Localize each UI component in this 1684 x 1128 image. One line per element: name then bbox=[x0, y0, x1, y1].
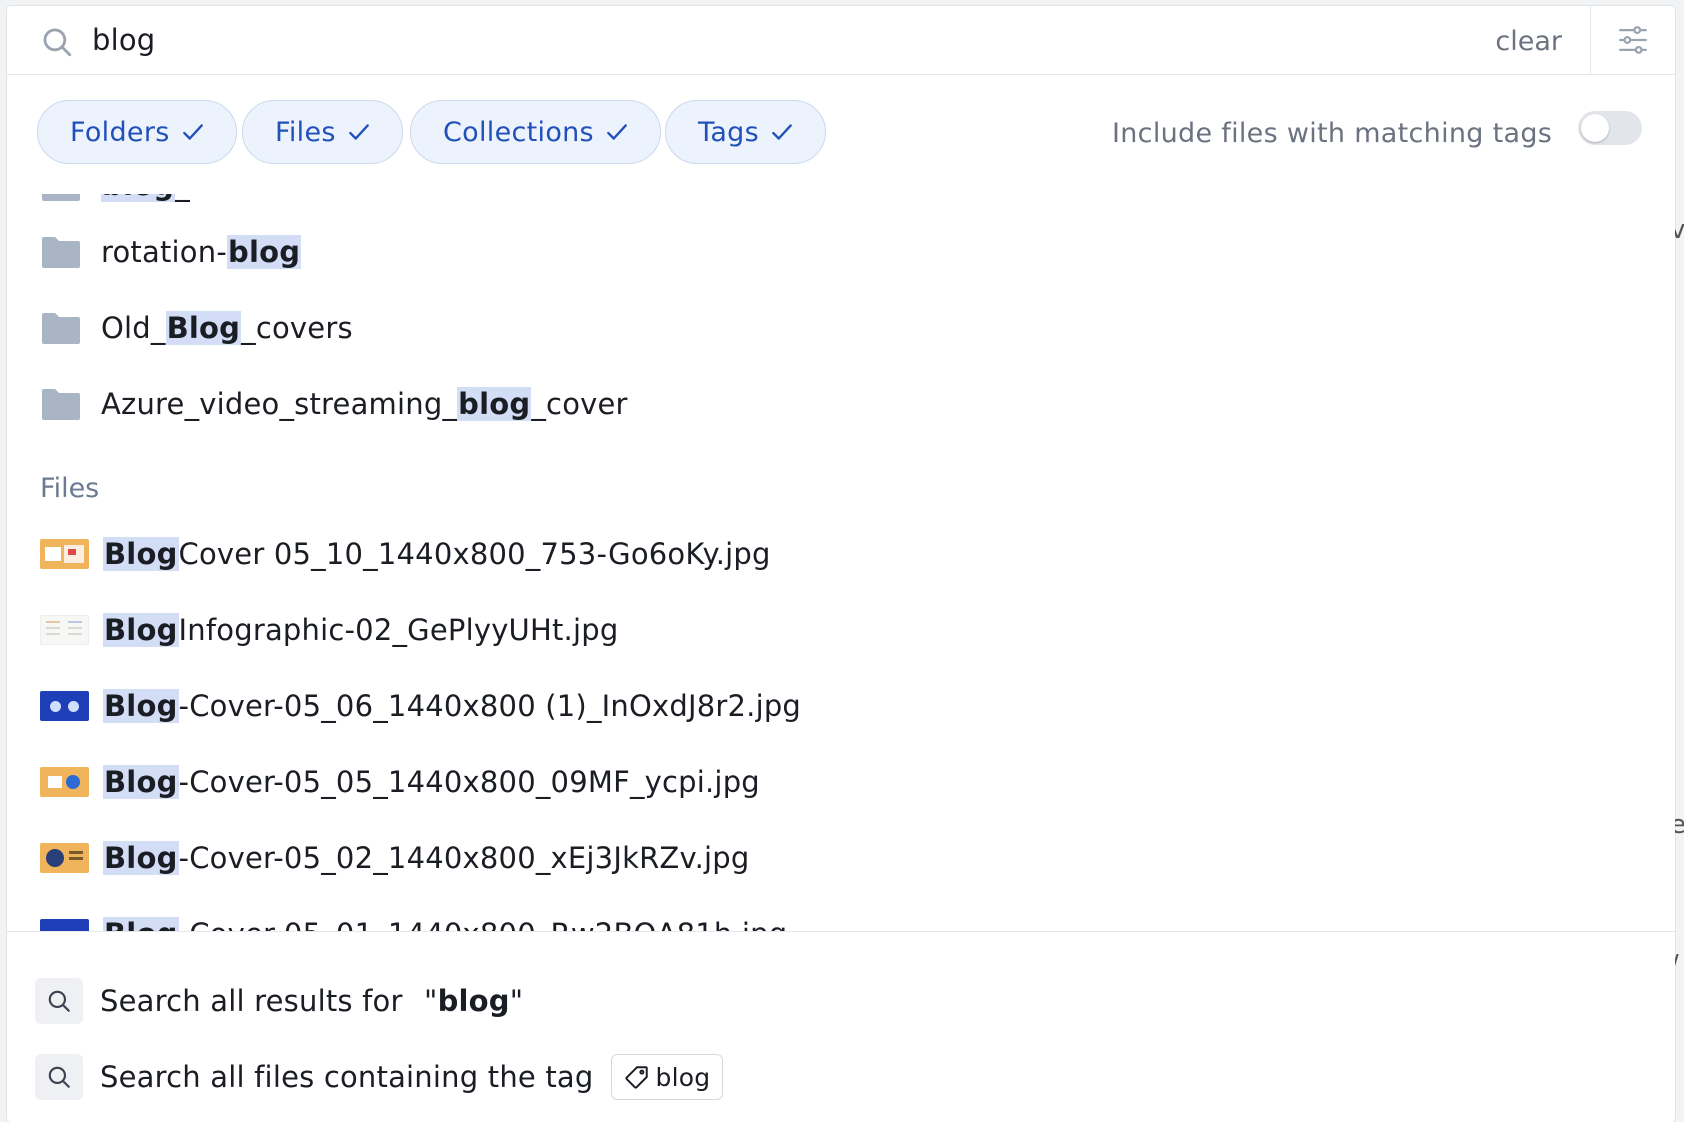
match-highlight: Blog bbox=[103, 917, 179, 931]
file-thumbnail bbox=[40, 919, 89, 931]
result-suffix: -Cover-05_01_1440x800_Rw2BQA81h.jpg bbox=[179, 917, 788, 931]
folder-icon bbox=[42, 194, 80, 201]
file-thumbnail bbox=[40, 691, 89, 721]
file-result-item[interactable]: Blog Infographic-02_GePlyyUHt.jpg bbox=[40, 605, 618, 655]
chip-label: Files bbox=[275, 116, 336, 148]
search-icon bbox=[43, 28, 72, 57]
clear-button[interactable]: clear bbox=[1495, 26, 1562, 57]
chip-tags[interactable]: Tags bbox=[665, 100, 826, 164]
match-highlight: blog bbox=[101, 194, 176, 202]
match-highlight: blog bbox=[457, 387, 532, 421]
match-highlight: Blog bbox=[103, 613, 179, 647]
check-icon bbox=[772, 124, 792, 140]
check-icon bbox=[348, 124, 369, 140]
result-suffix: -Cover-05_06_1440x800 (1)_InOxdJ8r2.jpg bbox=[178, 689, 802, 723]
file-thumbnail bbox=[40, 843, 89, 873]
match-highlight: Blog bbox=[165, 311, 242, 345]
search-all-label: Search all results for bbox=[100, 984, 413, 1018]
file-result-item[interactable]: Blog -Cover-05_05_1440x800_09MF_ycpi.jpg bbox=[40, 757, 760, 807]
folder-result-item[interactable]: Old_ Blog _covers bbox=[40, 303, 353, 353]
tag-pill: blog bbox=[610, 1054, 724, 1100]
match-highlight: blog bbox=[227, 235, 302, 269]
check-icon bbox=[182, 124, 203, 140]
tag-name: blog bbox=[655, 1062, 711, 1092]
file-thumbnail bbox=[40, 767, 89, 797]
file-thumbnail bbox=[40, 615, 89, 645]
search-icon bbox=[35, 978, 83, 1024]
include-tags-toggle[interactable] bbox=[1578, 111, 1642, 145]
match-highlight: Blog bbox=[103, 537, 179, 571]
file-result-item[interactable]: Blog Cover 05_10_1440x800_753-Go6oKy.jpg bbox=[40, 529, 771, 579]
folder-result-item[interactable]: Azure_video_streaming_ blog _cover bbox=[40, 379, 628, 429]
sliders-icon bbox=[1619, 26, 1647, 54]
tag-icon bbox=[624, 1066, 648, 1089]
file-result-item[interactable]: Blog -Cover-05_02_1440x800_xEj3JkRZv.jpg bbox=[40, 833, 750, 883]
chip-label: Tags bbox=[698, 116, 759, 148]
result-prefix: rotation- bbox=[101, 235, 227, 269]
file-thumbnail bbox=[40, 539, 89, 569]
search-by-tag-action[interactable]: Search all files containing the tag blog bbox=[35, 1052, 724, 1102]
search-icon bbox=[35, 1054, 83, 1100]
result-suffix: _ bbox=[175, 194, 190, 202]
chip-label: Folders bbox=[70, 116, 170, 148]
result-suffix: Cover 05_10_1440x800_753-Go6oKy.jpg bbox=[178, 537, 771, 571]
close-quote: " bbox=[509, 984, 524, 1018]
result-prefix: Azure_video_streaming_ bbox=[101, 387, 458, 421]
filter-settings-button[interactable] bbox=[1590, 6, 1675, 74]
files-section-label: Files bbox=[40, 473, 100, 504]
file-result-item[interactable]: Blog -Cover-05_06_1440x800 (1)_InOxdJ8r2.… bbox=[40, 681, 801, 731]
chip-collections[interactable]: Collections bbox=[410, 100, 661, 164]
search-actions-footer: Search all results for " blog " Search all… bbox=[7, 931, 1675, 1122]
result-suffix: -Cover-05_02_1440x800_xEj3JkRZv.jpg bbox=[178, 841, 750, 875]
open-quote: " bbox=[424, 984, 438, 1018]
result-prefix: Old_ bbox=[101, 311, 166, 345]
search-all-results-action[interactable]: Search all results for " blog " bbox=[35, 976, 523, 1026]
chip-folders[interactable]: Folders bbox=[37, 100, 237, 164]
search-tag-label: Search all files containing the tag bbox=[100, 1060, 594, 1094]
result-suffix: _cover bbox=[531, 387, 628, 421]
chip-label: Collections bbox=[443, 116, 594, 148]
folder-icon bbox=[42, 237, 80, 268]
search-all-query: blog bbox=[437, 984, 510, 1018]
folder-icon bbox=[42, 389, 80, 420]
folder-result-item[interactable]: rotation-blog bbox=[40, 227, 302, 277]
file-result-item[interactable]: Blog-Cover-05_01_1440x800_Rw2BQA81h.jpg bbox=[40, 909, 787, 931]
results-list[interactable]: blog_ rotation-blog Old_Blog_covers Azur… bbox=[7, 194, 1675, 931]
result-suffix: Infographic-02_GePlyyUHt.jpg bbox=[178, 613, 619, 647]
include-tags-label: Include files with matching tags bbox=[1112, 118, 1553, 149]
search-input[interactable]: blog bbox=[92, 23, 155, 57]
search-dropdown-panel: blog clear Folders Files Collections Tag… bbox=[7, 6, 1675, 1122]
folder-icon bbox=[42, 313, 80, 344]
match-highlight: Blog bbox=[103, 765, 179, 799]
search-bar: blog clear bbox=[7, 6, 1675, 75]
chip-files[interactable]: Files bbox=[242, 100, 403, 164]
background-strip bbox=[0, 1122, 1684, 1128]
match-highlight: Blog bbox=[103, 689, 179, 723]
result-suffix: -Cover-05_05_1440x800_09MF_ycpi.jpg bbox=[178, 765, 760, 799]
match-highlight: Blog bbox=[103, 841, 179, 875]
check-icon bbox=[607, 124, 627, 140]
folder-result-item[interactable]: blog_ bbox=[40, 194, 190, 210]
result-suffix: _covers bbox=[241, 311, 353, 345]
toggle-knob bbox=[1581, 114, 1609, 142]
